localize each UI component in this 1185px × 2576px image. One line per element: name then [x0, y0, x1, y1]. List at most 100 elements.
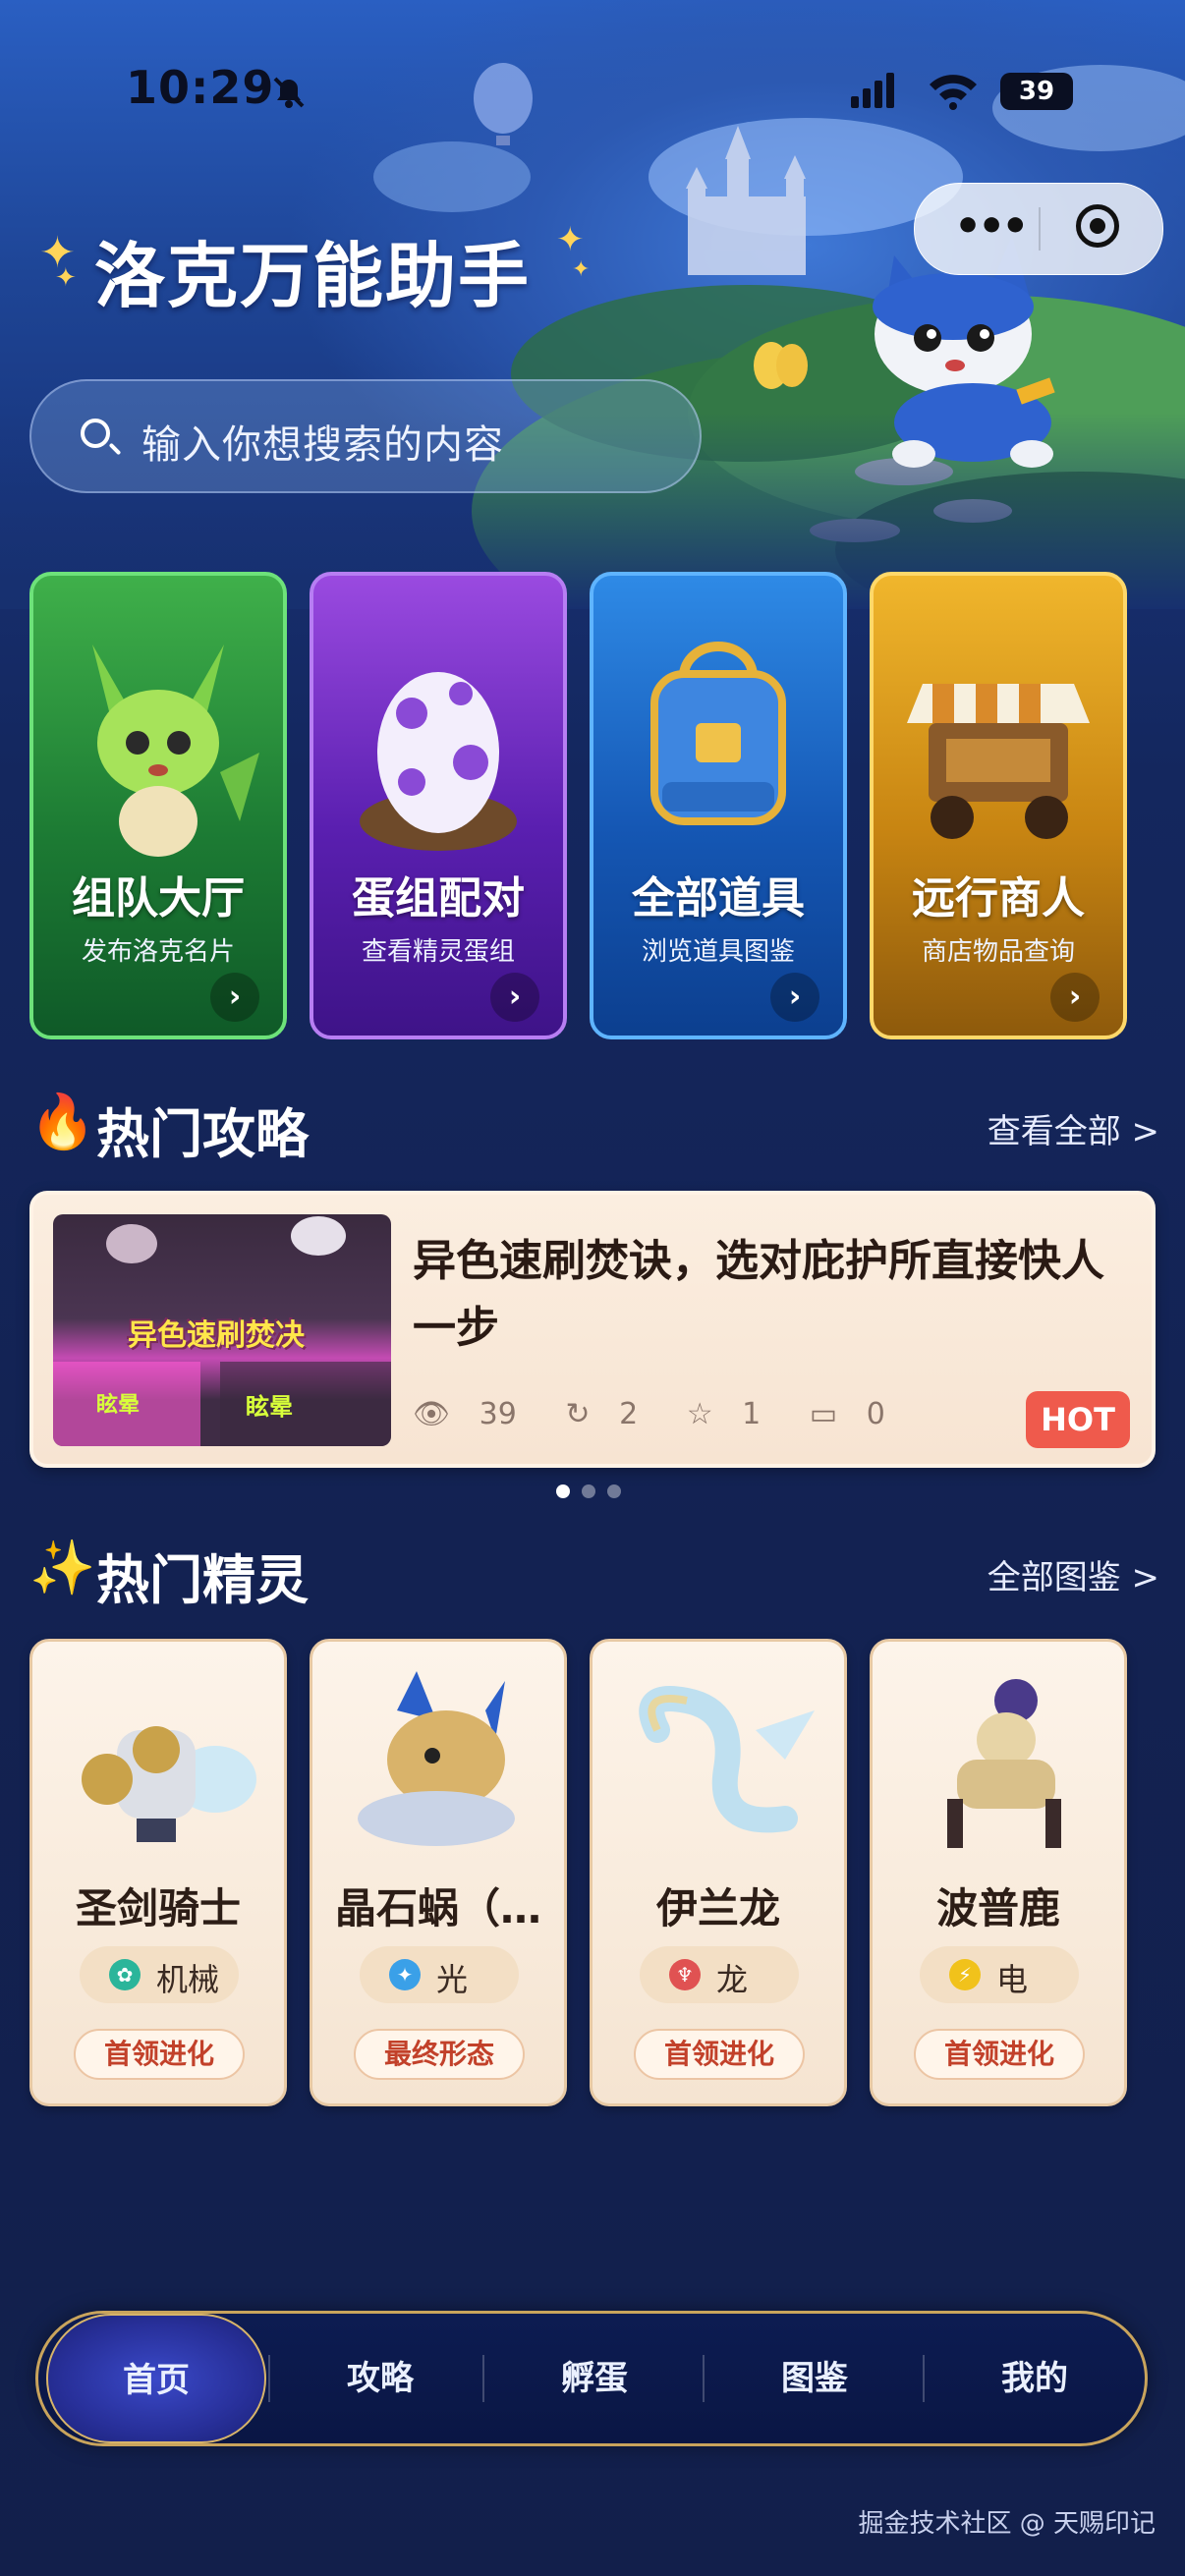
- pet-card[interactable]: 波普鹿 ⚡ 电 首领进化: [870, 1639, 1127, 2106]
- pet-type-badge: ✦ 光: [360, 1946, 519, 2003]
- feature-card-egg-pairing[interactable]: 蛋组配对 查看精灵蛋组 ›: [310, 572, 567, 1039]
- sparkle-icon: ✦: [55, 263, 77, 293]
- backpack-icon: [650, 642, 786, 825]
- hot-badge: HOT: [1026, 1391, 1130, 1448]
- pet-type-label: 光: [436, 1961, 469, 1998]
- wifi-icon: [930, 75, 977, 110]
- feature-title: 组队大厅: [72, 873, 245, 924]
- view-all-guides-link[interactable]: 查看全部 >: [988, 1104, 1159, 1152]
- search-input[interactable]: 输入你想搜索的内容: [29, 379, 702, 493]
- search-placeholder: 输入你想搜索的内容: [141, 422, 504, 468]
- guide-stats: 👁 39 ↻ 2 ☆ 1 ▭ 0: [413, 1397, 925, 1431]
- tab-home[interactable]: 首页: [46, 2314, 266, 2443]
- pet-name: 波普鹿: [935, 1884, 1060, 1932]
- hot-pets-header: ✨ 热门精灵 全部图鉴 >: [29, 1531, 1159, 1611]
- feature-title: 蛋组配对: [352, 873, 525, 924]
- thumbnail-caption: 异色速刷焚决: [128, 1318, 305, 1353]
- feature-card-team-hall[interactable]: 组队大厅 发布洛克名片 ›: [29, 572, 287, 1039]
- pet-type-label: 电: [996, 1961, 1029, 1998]
- comment-icon: ▭: [809, 1397, 838, 1431]
- thumbnail-tag: 眩晕: [246, 1393, 293, 1421]
- feature-title: 远行商人: [912, 873, 1085, 924]
- capsule-divider: [1039, 207, 1041, 251]
- guide-title: 异色速刷焚诀，选对庇护所直接快人一步: [413, 1236, 1104, 1353]
- tab-profile[interactable]: 我的: [925, 2314, 1145, 2443]
- pet-card[interactable]: 晶石蜗（… ✦ 光 最终形态: [310, 1639, 567, 2106]
- pet-stage-tag: 首领进化: [914, 2029, 1085, 2080]
- pager-dot-active[interactable]: [556, 1484, 570, 1498]
- star-icon: ☆: [686, 1397, 713, 1431]
- dragon-icon: ♆: [669, 1959, 701, 1990]
- shares-count: 2: [619, 1397, 639, 1431]
- feature-card-all-items[interactable]: 全部道具 浏览道具图鉴 ›: [590, 572, 847, 1039]
- pet-type-label: 机械: [156, 1961, 220, 1998]
- views-stat: 👁 39: [413, 1397, 536, 1431]
- stars-stat: ☆ 1: [687, 1397, 781, 1431]
- dragon-illustration: [639, 1686, 815, 1833]
- tab-pokedex[interactable]: 图鉴: [705, 2314, 925, 2443]
- pet-card[interactable]: 圣剑骑士 ✿ 机械 首领进化: [29, 1639, 287, 2106]
- pet-card[interactable]: 伊兰龙 ♆ 龙 首领进化: [590, 1639, 847, 2106]
- views-count: 39: [479, 1397, 517, 1431]
- pet-name: 伊兰龙: [655, 1884, 780, 1932]
- light-icon: ✦: [389, 1959, 421, 1990]
- chevron-right-icon[interactable]: ›: [490, 973, 539, 1022]
- pet-type-badge: ⚡ 电: [920, 1946, 1079, 2003]
- chevron-right-icon[interactable]: ›: [210, 973, 259, 1022]
- pet-name: 晶石蜗（…: [334, 1884, 541, 1932]
- pet-stage-tag: 首领进化: [74, 2029, 245, 2080]
- comments-count: 0: [866, 1397, 885, 1431]
- feature-subtitle: 查看精灵蛋组: [361, 937, 515, 967]
- feature-subtitle: 浏览道具图鉴: [641, 937, 795, 967]
- chevron-right-icon[interactable]: ›: [1050, 973, 1100, 1022]
- stars-count: 1: [742, 1397, 762, 1431]
- tab-hatch[interactable]: 孵蛋: [484, 2314, 705, 2443]
- feature-card-traveling-merchant[interactable]: 远行商人 商店物品查询 ›: [870, 572, 1127, 1039]
- sparkles-icon: ✨: [29, 1537, 96, 1598]
- deer-creature-illustration: [947, 1679, 1061, 1848]
- shares-stat: ↻ 2: [565, 1397, 657, 1431]
- feature-subtitle: 发布洛克名片: [81, 937, 235, 967]
- tab-guides[interactable]: 攻略: [270, 2314, 490, 2443]
- feature-title: 全部道具: [632, 873, 805, 924]
- pet-stage-tag: 最终形态: [354, 2029, 525, 2080]
- guide-thumbnail: 异色速刷焚决 眩晕 眩晕: [53, 1214, 391, 1446]
- pet-name: 圣剑骑士: [75, 1884, 241, 1932]
- crystal-snail-illustration: [358, 1671, 515, 1846]
- gear-icon: ✿: [109, 1959, 141, 1990]
- pet-type-label: 龙: [716, 1961, 749, 1998]
- thumbnail-tag: 眩晕: [96, 1393, 141, 1418]
- pet-type-badge: ♆ 龙: [640, 1946, 799, 2003]
- chevron-right-icon[interactable]: ›: [770, 973, 819, 1022]
- search-icon: [81, 419, 110, 448]
- carousel-pager: [550, 1484, 627, 1502]
- guide-card[interactable]: 异色速刷焚决 眩晕 眩晕 异色速刷焚诀，选对庇护所直接快人一步 👁 39 ↻ 2…: [29, 1191, 1156, 1468]
- miniprogram-capsule: •••: [914, 183, 1163, 275]
- pet-stage-tag: 首领进化: [634, 2029, 805, 2080]
- comments-stat: ▭ 0: [810, 1397, 905, 1431]
- feature-subtitle: 商店物品查询: [921, 937, 1075, 967]
- eye-icon: 👁: [413, 1397, 451, 1431]
- egg-icon: [360, 672, 517, 851]
- pet-type-badge: ✿ 机械: [80, 1946, 239, 2003]
- status-bar: 10:29 39: [0, 61, 1185, 130]
- watermark: 掘金技术社区 @ 天赐印记: [858, 2509, 1156, 2539]
- more-options-icon[interactable]: •••: [954, 205, 1029, 249]
- cellular-signal-icon: [851, 73, 894, 108]
- status-time: 10:29: [126, 61, 275, 114]
- pager-dot[interactable]: [607, 1484, 621, 1498]
- view-all-pets-link[interactable]: 全部图鉴 >: [988, 1550, 1159, 1598]
- merchant-cart-icon: [907, 684, 1090, 839]
- bell-muted-icon: [273, 77, 305, 108]
- app-title: 洛克万能助手: [94, 235, 532, 317]
- knight-creature-illustration: [82, 1726, 256, 1842]
- close-miniprogram-icon[interactable]: [1076, 204, 1119, 248]
- pager-dot[interactable]: [582, 1484, 595, 1498]
- sparkle-icon: ✦: [556, 220, 585, 259]
- fire-icon: 🔥: [29, 1091, 96, 1152]
- sparkle-icon: ✦: [572, 257, 591, 282]
- hot-guides-header: 🔥 热门攻略 查看全部 >: [29, 1085, 1159, 1165]
- section-title: 热门攻略: [96, 1103, 309, 1165]
- bottom-tab-bar: 首页 攻略 孵蛋 图鉴 我的: [35, 2311, 1148, 2446]
- lightning-icon: ⚡: [949, 1959, 981, 1990]
